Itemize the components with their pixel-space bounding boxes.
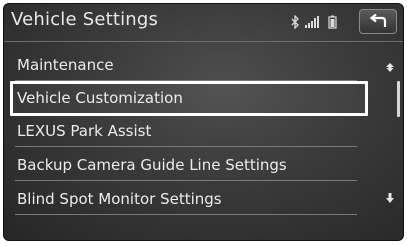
menu-item-label: Blind Spot Monitor Settings [17, 190, 222, 208]
settings-menu-list: Maintenance Vehicle Customization LEXUS … [4, 42, 403, 240]
menu-item-blind-spot-monitor[interactable]: Blind Spot Monitor Settings [15, 182, 357, 215]
page-title: Vehicle Settings [11, 9, 159, 30]
menu-item-vehicle-customization[interactable]: Vehicle Customization [10, 81, 368, 116]
bluetooth-icon [291, 15, 299, 29]
header-bar: Vehicle Settings [4, 4, 403, 42]
menu-item-maintenance[interactable]: Maintenance [15, 48, 357, 81]
back-arrow-icon [369, 14, 387, 27]
scroll-down-icon[interactable] [383, 192, 397, 206]
menu-item-label: Maintenance [17, 56, 114, 74]
menu-item-label: LEXUS Park Assist [17, 122, 152, 140]
menu-item-label: Backup Camera Guide Line Settings [17, 156, 287, 174]
scrollbar-thumb[interactable] [397, 81, 400, 117]
menu-item-lexus-park-assist[interactable]: LEXUS Park Assist [15, 114, 357, 147]
scroll-up-icon[interactable] [383, 62, 397, 76]
signal-strength-icon [305, 16, 319, 28]
menu-item-label: Vehicle Customization [17, 89, 183, 107]
vehicle-settings-screen: Vehicle Settings Maintenance Vehicle Cus… [3, 3, 404, 241]
menu-item-backup-camera-guide-line[interactable]: Backup Camera Guide Line Settings [15, 148, 357, 181]
battery-icon [328, 15, 337, 29]
back-button[interactable] [359, 9, 397, 34]
status-icons [290, 15, 348, 29]
